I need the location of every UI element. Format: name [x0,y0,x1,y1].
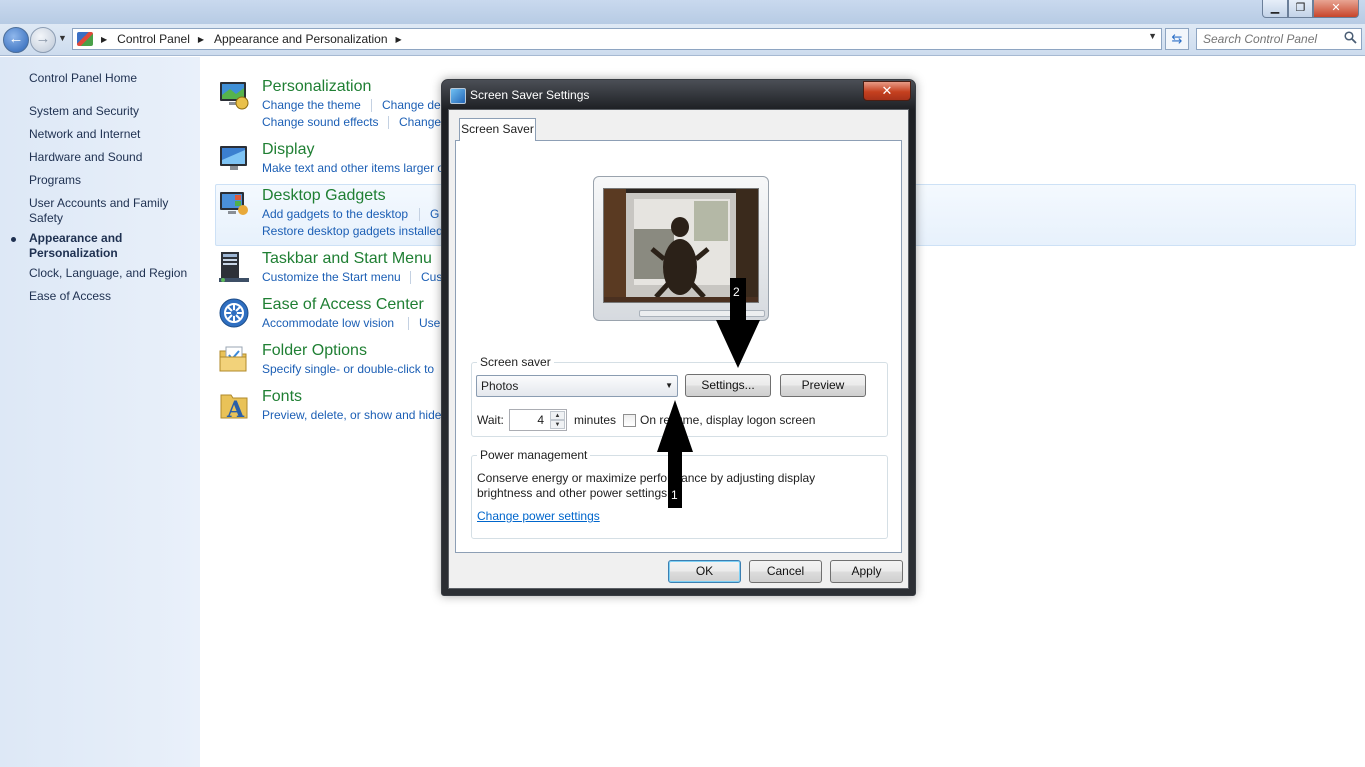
dialog-close-button[interactable]: ✕ [863,81,911,101]
link-change-sound-effects[interactable]: Change sound effects [262,115,379,129]
search-icon[interactable] [1344,31,1357,44]
category-fonts-title[interactable]: Fonts [262,388,302,406]
spinner-down-icon[interactable]: ▼ [550,420,565,429]
folder-icon [219,346,247,372]
change-power-settings-link[interactable]: Change power settings [477,509,600,523]
apply-button[interactable]: Apply [830,560,903,583]
power-description-line-1: Conserve energy or maximize performance … [477,471,816,485]
link-accommodate-low-vision[interactable]: Accommodate low vision [262,316,394,330]
link-customize-start-menu[interactable]: Customize the Start menu [262,270,401,284]
gadgets-icon [220,192,248,215]
ease-of-access-icon [219,298,249,328]
preview-button[interactable]: Preview [780,374,866,397]
wait-minutes-spinner[interactable]: 4 ▲ ▼ [509,409,567,431]
address-dropdown-icon[interactable]: ▼ [1148,31,1157,41]
control-panel-icon [77,32,93,46]
link-make-text-larger[interactable]: Make text and other items larger o [262,161,444,175]
link-restore-gadgets[interactable]: Restore desktop gadgets installed [262,224,443,238]
power-description-line-2: brightness and other power settings. [477,486,671,500]
ok-button[interactable]: OK [668,560,741,583]
screen-saver-select[interactable]: Photos ▼ [476,375,678,397]
wait-minutes-value[interactable]: 4 [537,413,544,427]
link-separator [410,271,411,284]
refresh-icon: ⇆ [1171,31,1183,46]
nav-ease-of-access[interactable]: Ease of Access [29,289,194,304]
screen-saver-group-label: Screen saver [480,355,551,369]
forward-button[interactable]: → [30,27,56,53]
search-input[interactable] [1197,29,1337,49]
chevron-down-icon: ▼ [665,381,673,390]
address-bar: ← → ▼ ▶ Control Panel ▶ Appearance and P… [0,24,1365,56]
personalization-icon [220,82,249,110]
left-navigation-pane: Control Panel Home System and Security N… [0,57,200,767]
back-arrow-icon: ← [8,30,24,47]
screen-saver-selected-value: Photos [481,379,519,393]
link-separator [408,317,409,330]
screen-saver-dialog-icon [450,88,466,104]
nav-appearance-current: Appearance and Personalization [29,231,123,260]
category-display-title[interactable]: Display [262,141,314,159]
taskbar-icon [219,252,249,282]
nav-programs[interactable]: Programs [29,173,194,188]
nav-network-and-internet[interactable]: Network and Internet [29,127,194,142]
nav-clock-language-region[interactable]: Clock, Language, and Region [29,266,194,281]
cancel-button[interactable]: Cancel [749,560,822,583]
refresh-button[interactable]: ⇆ [1165,28,1189,50]
link-get-more-gadgets[interactable]: G [430,207,439,221]
power-management-group-label: Power management [480,448,588,462]
svg-text:A: A [226,397,245,421]
link-separator [371,99,372,112]
control-panel-home-link[interactable]: Control Panel Home [29,71,194,86]
dialog-title: Screen Saver Settings [470,88,590,102]
close-window-button[interactable]: ✕ [1313,0,1359,18]
nav-user-accounts[interactable]: User Accounts and Family Safety [29,196,179,226]
link-change-theme[interactable]: Change the theme [262,98,361,112]
fonts-icon: A [220,394,248,421]
breadcrumb[interactable]: ▶ Control Panel ▶ Appearance and Persona… [72,28,1162,50]
link-separator [419,208,420,221]
forward-arrow-icon: → [35,30,51,47]
link-add-gadgets[interactable]: Add gadgets to the desktop [262,207,408,221]
nav-hardware-and-sound[interactable]: Hardware and Sound [29,150,194,165]
link-separator [388,116,389,129]
breadcrumb-chevron-icon[interactable]: ▶ [396,35,402,44]
minutes-label: minutes [574,413,617,427]
breadcrumb-appearance[interactable]: Appearance and Personalization [214,32,387,46]
link-single-double-click[interactable]: Specify single- or double-click to [262,362,434,376]
settings-button[interactable]: Settings... [685,374,771,397]
annotation-number-1: 1 [671,488,678,502]
breadcrumb-chevron-icon[interactable]: ▶ [101,35,107,44]
breadcrumb-control-panel[interactable]: Control Panel [117,32,190,46]
current-item-bullet [11,237,16,242]
category-desktop-gadgets-title[interactable]: Desktop Gadgets [262,187,386,205]
window-title-bar: ▁ ❐ ✕ [0,0,1365,24]
link-change-screen-saver[interactable]: Change [399,115,441,129]
resume-logon-checkbox[interactable] [623,414,636,427]
link-use-screen-reader[interactable]: Use [419,316,440,330]
recent-pages-dropdown[interactable]: ▼ [58,33,67,43]
minimize-button[interactable]: ▁ [1262,0,1288,18]
dialog-body: Screen Saver Screen saver Photos ▼ Setti… [448,109,909,589]
maximize-button[interactable]: ❐ [1288,0,1313,18]
back-button[interactable]: ← [3,27,29,53]
tab-screen-saver[interactable]: Screen Saver [459,118,536,141]
link-customize-taskbar-icons[interactable]: Cus [421,270,442,284]
link-change-desktop-background[interactable]: Change de [382,98,441,112]
category-folder-options-title[interactable]: Folder Options [262,342,367,360]
link-preview-fonts[interactable]: Preview, delete, or show and hide [262,408,441,422]
category-taskbar-title[interactable]: Taskbar and Start Menu [262,250,432,268]
category-personalization-title[interactable]: Personalization [262,78,371,96]
search-box[interactable] [1196,28,1362,50]
breadcrumb-chevron-icon[interactable]: ▶ [198,35,204,44]
spinner-up-icon[interactable]: ▲ [550,411,565,420]
display-icon [220,146,247,170]
screen-saver-settings-dialog: Screen Saver Settings ✕ Screen Saver Scr… [441,79,916,596]
nav-system-and-security[interactable]: System and Security [29,104,194,119]
annotation-number-2: 2 [733,285,740,299]
wait-label: Wait: [477,413,504,427]
category-ease-of-access-title[interactable]: Ease of Access Center [262,296,424,314]
